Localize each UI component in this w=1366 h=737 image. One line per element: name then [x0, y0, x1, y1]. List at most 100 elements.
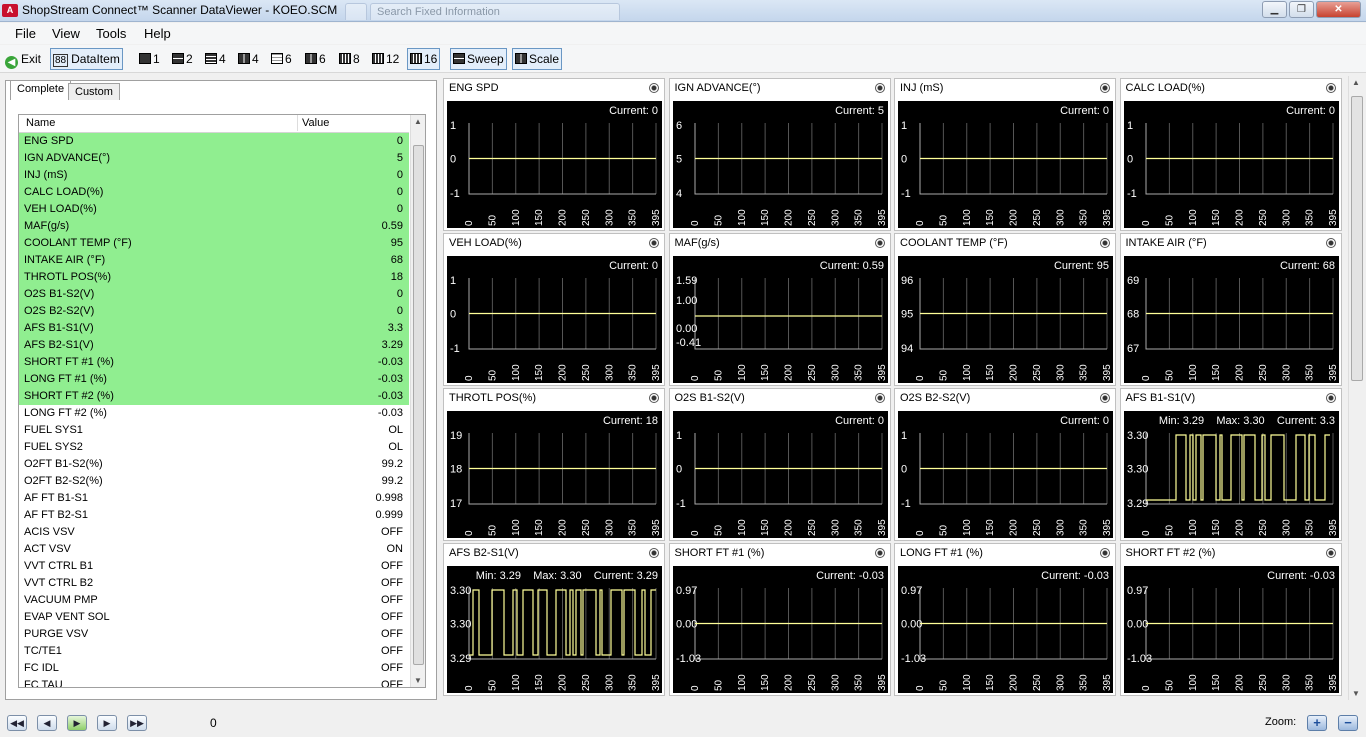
graph-select-radio-icon[interactable]: [649, 548, 659, 558]
graph-select-radio-icon[interactable]: [1100, 393, 1110, 403]
close-button[interactable]: ✕: [1316, 1, 1361, 18]
graph-tile[interactable]: IGN ADVANCE(°) 0 50 100 150 200 250 300 350 395 6 5…: [668, 78, 891, 231]
list-item[interactable]: TC/TE1 OFF: [19, 643, 409, 660]
nav-first-button[interactable]: ◀◀: [7, 715, 27, 731]
nav-play-button[interactable]: ▶: [67, 715, 87, 731]
menu-tools[interactable]: Tools: [96, 26, 126, 41]
graph-select-radio-icon[interactable]: [874, 238, 885, 248]
list-item[interactable]: INTAKE AIR (°F) 68: [19, 252, 409, 269]
graph-select-radio-icon[interactable]: [1325, 548, 1336, 558]
list-item[interactable]: AFS B2-S1(V) 3.29: [19, 337, 409, 354]
list-item[interactable]: O2FT B2-S2(%) 99.2: [19, 473, 409, 490]
list-item[interactable]: CALC LOAD(%) 0: [19, 184, 409, 201]
graph-tile[interactable]: AFS B2-S1(V) 0 50 100 150 200 250 300 350 395 3.30…: [443, 543, 665, 696]
graph-select-radio-icon[interactable]: [1100, 548, 1110, 558]
dataitem-button[interactable]: 88 DataItem: [50, 48, 123, 70]
list-item[interactable]: FUEL SYS1 OL: [19, 422, 409, 439]
minimize-button[interactable]: ▁: [1262, 1, 1287, 18]
layout-2-button[interactable]: 2: [169, 48, 196, 70]
zoom-in-button[interactable]: +: [1307, 715, 1327, 731]
maximize-button[interactable]: ❐: [1289, 1, 1314, 18]
list-item[interactable]: AFS B1-S1(V) 3.3: [19, 320, 409, 337]
list-item[interactable]: SHORT FT #1 (%) -0.03: [19, 354, 409, 371]
list-item[interactable]: FC IDL OFF: [19, 660, 409, 677]
graph-select-radio-icon[interactable]: [649, 238, 659, 248]
list-item[interactable]: EVAP VENT SOL OFF: [19, 609, 409, 626]
list-item[interactable]: FUEL SYS2 OL: [19, 439, 409, 456]
layout-12-button[interactable]: 12: [369, 48, 402, 70]
scroll-up-icon[interactable]: ▲: [414, 117, 422, 126]
graph-select-radio-icon[interactable]: [874, 548, 885, 558]
nav-last-button[interactable]: ▶▶: [127, 715, 147, 731]
list-item[interactable]: LONG FT #1 (%) -0.03: [19, 371, 409, 388]
layout-6-rows-button[interactable]: 6: [268, 48, 295, 70]
list-item[interactable]: ACT VSV ON: [19, 541, 409, 558]
graph-scrollbar[interactable]: ▲ ▼: [1348, 76, 1364, 700]
graph-tile[interactable]: INJ (mS) 0 50 100 150 200 250 300 350 395 1 0 -1 Curr…: [894, 78, 1116, 231]
list-item[interactable]: PURGE VSV OFF: [19, 626, 409, 643]
graph-scroll-thumb[interactable]: [1351, 96, 1363, 381]
graph-tile[interactable]: COOLANT TEMP (°F) 0 50 100 150 200 250 300 350 39…: [894, 233, 1116, 386]
scroll-down-icon[interactable]: ▼: [414, 676, 422, 685]
graph-select-radio-icon[interactable]: [649, 393, 659, 403]
layout-1-button[interactable]: 1: [136, 48, 163, 70]
graph-tile[interactable]: CALC LOAD(%) 0 50 100 150 200 250 300 350 395 1 0 -1…: [1119, 78, 1342, 231]
graph-tile[interactable]: SHORT FT #2 (%) 0 50 100 150 200 250 300 350 395 0…: [1119, 543, 1342, 696]
list-item[interactable]: INJ (mS) 0: [19, 167, 409, 184]
column-header-value[interactable]: Value: [297, 115, 329, 131]
graph-tile[interactable]: O2S B2-S2(V) 0 50 100 150 200 250 300 350 395 1 0 -1…: [894, 388, 1116, 541]
layout-4-rows-button[interactable]: 4: [202, 48, 229, 70]
list-item[interactable]: AF FT B1-S1 0.998: [19, 490, 409, 507]
list-item[interactable]: SHORT FT #2 (%) -0.03: [19, 388, 409, 405]
layout-8-button[interactable]: 8: [336, 48, 363, 70]
list-item[interactable]: LONG FT #2 (%) -0.03: [19, 405, 409, 422]
graph-tile[interactable]: LONG FT #1 (%) 0 50 100 150 200 250 300 350 395 0.…: [894, 543, 1116, 696]
tab-custom[interactable]: Custom: [68, 83, 120, 100]
list-item[interactable]: THROTL POS(%) 18: [19, 269, 409, 286]
layout-16-button[interactable]: 16: [407, 48, 441, 70]
layout-4-grid-button[interactable]: 4: [235, 48, 262, 70]
list-item[interactable]: ACIS VSV OFF: [19, 524, 409, 541]
menu-view[interactable]: View: [52, 26, 80, 41]
list-item[interactable]: VVT CTRL B2 OFF: [19, 575, 409, 592]
list-item[interactable]: O2S B1-S2(V) 0: [19, 286, 409, 303]
list-scroll-thumb[interactable]: [413, 145, 424, 665]
list-item[interactable]: AF FT B2-S1 0.999: [19, 507, 409, 524]
graph-tile[interactable]: INTAKE AIR (°F) 0 50 100 150 200 250 300 350 395 6…: [1119, 233, 1342, 386]
list-item[interactable]: MAF(g/s) 0.59: [19, 218, 409, 235]
list-item[interactable]: VEH LOAD(%) 0: [19, 201, 409, 218]
graph-tile[interactable]: THROTL POS(%) 0 50 100 150 200 250 300 350 395 19 1…: [443, 388, 665, 541]
list-item[interactable]: COOLANT TEMP (°F) 95: [19, 235, 409, 252]
list-scrollbar[interactable]: ▲ ▼: [410, 115, 425, 687]
list-item[interactable]: ENG SPD 0: [19, 133, 409, 150]
column-header-name[interactable]: Name: [26, 117, 55, 129]
list-item[interactable]: O2S B2-S2(V) 0: [19, 303, 409, 320]
sweep-button[interactable]: Sweep: [450, 48, 507, 70]
exit-button[interactable]: ◀ Exit: [2, 48, 44, 70]
scale-button[interactable]: Scale: [512, 48, 563, 70]
graph-tile[interactable]: MAF(g/s) 0 50 100 150 200 250 300 350 395 1.59 1.00…: [668, 233, 891, 386]
data-item-list[interactable]: Name Value ENG SPD 0 IGN ADVANCE(°) 5 INJ (m…: [18, 114, 426, 688]
graph-tile[interactable]: VEH LOAD(%) 0 50 100 150 200 250 300 350 395 1 0 -1 C…: [443, 233, 665, 386]
list-item[interactable]: O2FT B1-S2(%) 99.2: [19, 456, 409, 473]
graph-select-radio-icon[interactable]: [1100, 83, 1110, 93]
graph-select-radio-icon[interactable]: [1325, 238, 1336, 248]
zoom-out-button[interactable]: −: [1338, 715, 1358, 731]
menu-help[interactable]: Help: [144, 26, 171, 41]
graph-tile[interactable]: O2S B1-S2(V) 0 50 100 150 200 250 300 350 395 1 0 -1…: [668, 388, 891, 541]
list-item[interactable]: IGN ADVANCE(°) 5: [19, 150, 409, 167]
scroll-down-icon[interactable]: ▼: [1352, 689, 1360, 698]
graph-select-radio-icon[interactable]: [649, 83, 659, 93]
graph-select-radio-icon[interactable]: [1325, 83, 1336, 93]
background-window-tab[interactable]: Search Fixed Information: [370, 3, 620, 20]
graph-tile[interactable]: AFS B1-S1(V) 0 50 100 150 200 250 300 350 395 3.30…: [1119, 388, 1342, 541]
list-item[interactable]: VACUUM PMP OFF: [19, 592, 409, 609]
graph-select-radio-icon[interactable]: [1325, 393, 1336, 403]
graph-select-radio-icon[interactable]: [874, 393, 885, 403]
layout-6-grid-button[interactable]: 6: [302, 48, 329, 70]
background-window-tab[interactable]: [345, 3, 367, 20]
nav-prev-button[interactable]: ◀: [37, 715, 57, 731]
scroll-up-icon[interactable]: ▲: [1352, 78, 1360, 87]
graph-tile[interactable]: SHORT FT #1 (%) 0 50 100 150 200 250 300 350 395 0…: [668, 543, 891, 696]
list-item[interactable]: VVT CTRL B1 OFF: [19, 558, 409, 575]
